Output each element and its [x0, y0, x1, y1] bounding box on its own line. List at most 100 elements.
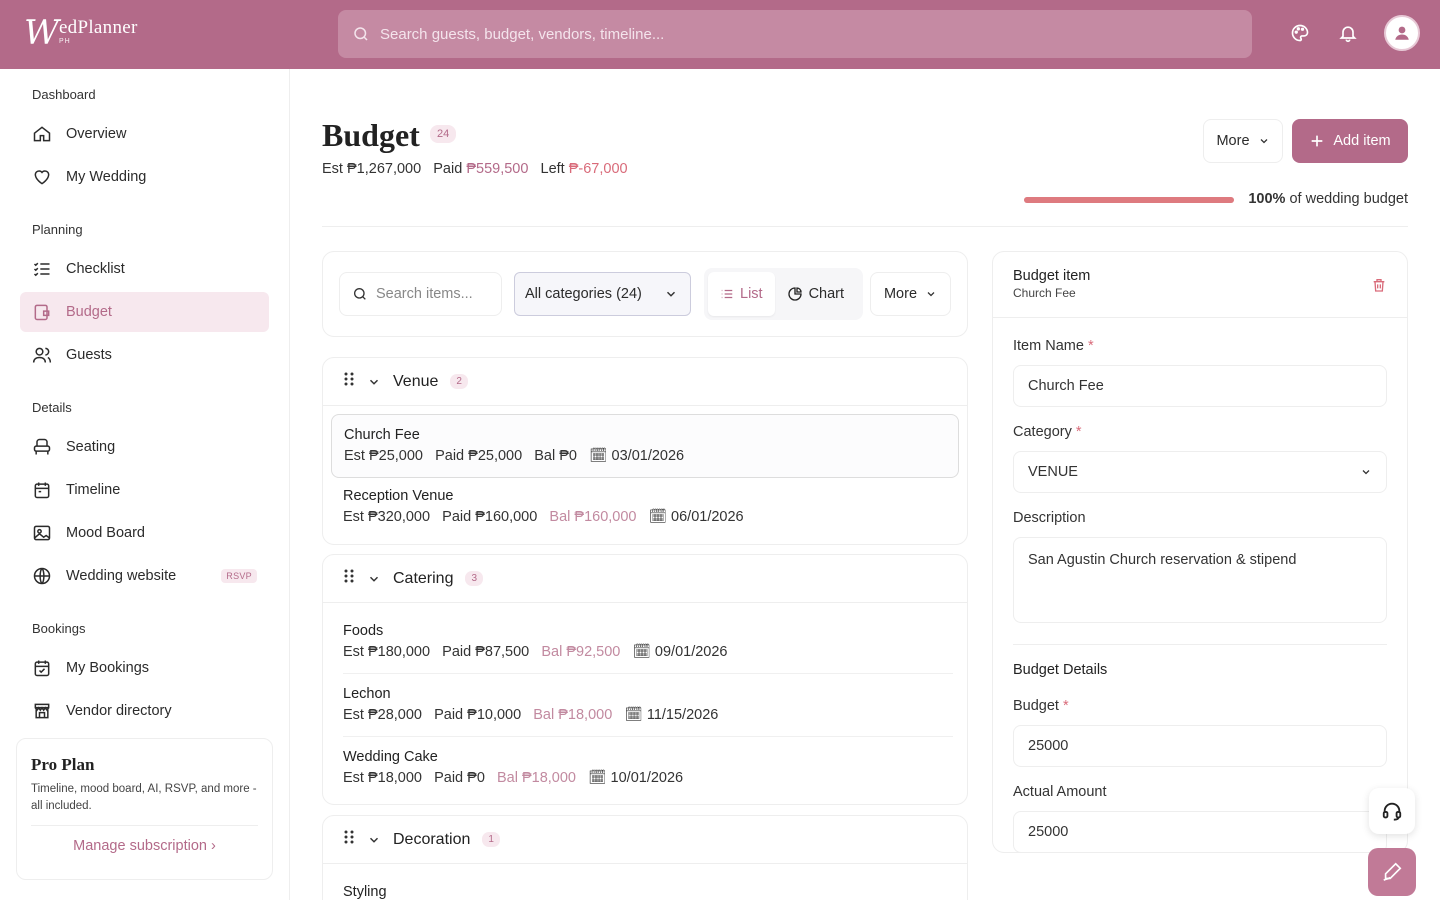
group-count: 3: [465, 571, 484, 586]
chevron-down-icon[interactable]: [367, 833, 381, 847]
wallet-icon: [34, 304, 50, 321]
manage-subscription-link[interactable]: Manage subscription ›: [31, 838, 258, 854]
divider: [1013, 644, 1387, 645]
sidebar-item-overview[interactable]: Overview: [20, 114, 269, 154]
header-more-button[interactable]: More: [1203, 119, 1283, 163]
search-icon: [354, 288, 366, 300]
sidebar-item-seating[interactable]: Seating: [20, 427, 269, 467]
pie-chart-icon: [787, 287, 802, 301]
calendar-icon: 🗓: [648, 509, 667, 525]
heart-icon: [34, 170, 50, 185]
group-header[interactable]: Catering 3: [323, 555, 967, 603]
user-avatar[interactable]: [1384, 15, 1420, 51]
chevron-down-icon[interactable]: [367, 572, 381, 586]
support-button[interactable]: [1369, 788, 1415, 834]
app-logo[interactable]: W edPlanner PH: [24, 14, 154, 54]
budget-item[interactable]: Lechon Est ₱28,000 Paid ₱10,000 Bal ₱18,…: [343, 674, 953, 737]
drag-handle-icon[interactable]: [343, 568, 355, 589]
sidebar-item-label: Mood Board: [66, 525, 145, 541]
item-search-input[interactable]: Search items...: [339, 272, 502, 316]
sidebar-item-label: Wedding website: [66, 568, 177, 584]
budget-input[interactable]: 25000: [1013, 725, 1387, 767]
sidebar-item-budget[interactable]: Budget: [20, 292, 269, 332]
category-label: Category *: [1013, 424, 1082, 440]
group-header[interactable]: Venue 2: [323, 358, 967, 406]
group-count: 1: [482, 832, 500, 847]
trash-icon[interactable]: [1371, 276, 1387, 294]
toolbar-more-button[interactable]: More: [870, 272, 951, 316]
edit-fab-button[interactable]: [1368, 848, 1416, 896]
sidebar-item-label: Vendor directory: [66, 703, 172, 719]
item-name-input[interactable]: Church Fee: [1013, 365, 1387, 407]
list-toolbar: Search items... All categories (24) List…: [322, 251, 968, 337]
calendar-icon: 🗓: [624, 707, 643, 723]
budget-item[interactable]: Reception Venue Est ₱320,000 Paid ₱160,0…: [331, 476, 959, 538]
globe-icon: [33, 567, 51, 585]
sidebar-item-label: Timeline: [66, 482, 121, 498]
chart-view-button[interactable]: Chart: [775, 272, 856, 316]
chair-icon: [33, 438, 51, 455]
group-header[interactable]: Decoration 1: [323, 816, 967, 864]
actual-amount-input[interactable]: 25000: [1013, 811, 1387, 852]
pro-plan-description: Timeline, mood board, AI, RSVP, and more…: [31, 783, 257, 812]
sidebar-item-my-bookings[interactable]: My Bookings: [20, 648, 269, 688]
chevron-down-icon[interactable]: [367, 375, 381, 389]
drag-handle-icon[interactable]: [343, 829, 355, 850]
budget-item[interactable]: Church Fee Est ₱25,000 Paid ₱25,000 Bal …: [331, 414, 959, 478]
list-icon: [721, 289, 733, 299]
estimated-total: ₱1,267,000: [346, 161, 422, 177]
page-title: Budget: [322, 117, 420, 153]
budget-item[interactable]: Wedding Cake Est ₱18,000 Paid ₱0 Bal ₱18…: [343, 737, 953, 799]
sidebar-section-dashboard: Dashboard: [32, 87, 96, 102]
calendar-icon: [34, 482, 50, 499]
budget-summary: Est ₱1,267,000 Paid ₱559,500 Left ₱-67,0…: [322, 161, 628, 177]
calendar-icon: 🗓: [589, 448, 608, 464]
logo-name: edPlanner: [58, 17, 138, 38]
category-select[interactable]: VENUE: [1013, 451, 1387, 493]
sidebar-section-bookings: Bookings: [32, 621, 86, 636]
sidebar-item-mood-board[interactable]: Mood Board: [20, 513, 269, 553]
global-search-input[interactable]: Search guests, budget, vendors, timeline…: [338, 10, 1252, 58]
search-placeholder: Search guests, budget, vendors, timeline…: [380, 25, 665, 43]
drag-handle-icon[interactable]: [343, 371, 355, 392]
top-bar: W edPlanner PH Search guests, budget, ve…: [0, 0, 1440, 69]
view-toggle: List Chart: [704, 268, 863, 320]
sidebar-item-timeline[interactable]: Timeline: [20, 470, 269, 510]
chevron-down-icon: [666, 291, 676, 297]
sidebar-item-checklist[interactable]: Checklist: [20, 249, 269, 289]
sidebar-item-guests[interactable]: Guests: [20, 335, 269, 375]
image-icon: [33, 525, 51, 541]
bell-icon[interactable]: [1336, 21, 1360, 45]
category-select[interactable]: All categories (24): [514, 272, 691, 316]
paid-total: ₱559,500: [466, 161, 529, 177]
sidebar-item-vendor-directory[interactable]: Vendor directory: [20, 691, 269, 731]
budget-item[interactable]: Styling: [343, 872, 971, 900]
progress-fill: [1024, 197, 1234, 203]
category-group-venue: Venue 2 Church Fee Est ₱25,000 Paid ₱25,…: [322, 357, 968, 545]
budget-item[interactable]: Foods Est ₱180,000 Paid ₱87,500 Bal ₱92,…: [343, 611, 953, 674]
sidebar-item-label: Checklist: [66, 261, 125, 277]
calendar-icon: 🗓: [588, 770, 607, 786]
logo-mark: W: [24, 13, 59, 53]
chevron-down-icon: [927, 292, 935, 297]
budget-details-heading: Budget Details: [1013, 662, 1108, 678]
group-name: Venue: [393, 372, 439, 390]
add-item-button[interactable]: Add item: [1292, 119, 1408, 163]
item-count-badge: 24: [430, 125, 457, 143]
home-icon: [33, 126, 51, 142]
pro-plan-card: Pro Plan Timeline, mood board, AI, RSVP,…: [16, 738, 273, 880]
description-textarea[interactable]: San Agustin Church reservation & stipend: [1013, 537, 1387, 623]
group-count: 2: [450, 374, 468, 389]
group-name: Catering: [393, 569, 454, 587]
sidebar-item-my-wedding[interactable]: My Wedding: [20, 157, 269, 197]
chevron-right-icon: ›: [211, 838, 216, 854]
sidebar-item-wedding-website[interactable]: Wedding website RSVP: [20, 556, 269, 596]
budget-label: Budget *: [1013, 698, 1069, 714]
rsvp-badge: RSVP: [221, 569, 257, 583]
sidebar-section-details: Details: [32, 400, 72, 415]
palette-icon[interactable]: [1288, 21, 1312, 45]
users-icon: [32, 347, 52, 363]
list-view-button[interactable]: List: [708, 272, 775, 316]
category-group-catering: Catering 3 Foods Est ₱180,000 Paid ₱87,5…: [322, 554, 968, 805]
sidebar-item-label: Seating: [66, 439, 116, 455]
